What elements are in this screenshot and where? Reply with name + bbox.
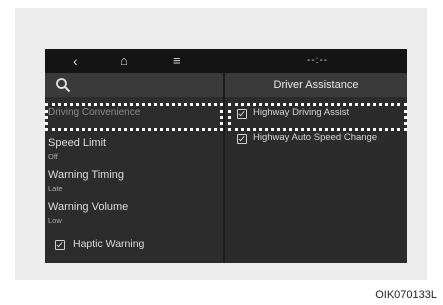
highlight-box-option	[228, 103, 407, 131]
infotainment-screen: ‹ ⌂ ≡ --:-- Driving Convenience Speed Li…	[45, 49, 407, 263]
haptic-checkbox-icon[interactable]	[55, 240, 65, 250]
clock-text: --:--	[307, 55, 329, 66]
driver-assistance-panel: Driver Assistance Highway Driving Assist…	[225, 73, 407, 263]
haptic-warning-label: Haptic Warning	[73, 238, 145, 250]
top-bar: ‹ ⌂ ≡ --:--	[45, 49, 407, 73]
left-header	[45, 73, 223, 97]
warning-volume-value: Low	[48, 216, 62, 225]
warning-timing-value: Late	[48, 184, 63, 193]
warning-volume-label[interactable]: Warning Volume	[48, 201, 128, 214]
speed-limit-value: Off	[48, 152, 58, 161]
right-header: Driver Assistance	[225, 73, 407, 97]
checkbox-checked-icon[interactable]	[237, 134, 247, 144]
option-label: Highway Auto Speed Change	[253, 132, 378, 143]
search-icon[interactable]	[55, 77, 71, 93]
panel-title: Driver Assistance	[273, 79, 359, 91]
home-icon[interactable]: ⌂	[120, 53, 128, 69]
speed-limit-label[interactable]: Speed Limit	[48, 137, 106, 150]
settings-menu-panel: Driving Convenience Speed Limit Off Warn…	[45, 73, 223, 263]
menu-icon[interactable]: ≡	[173, 53, 181, 69]
warning-timing-label[interactable]: Warning Timing	[48, 169, 124, 182]
back-icon[interactable]: ‹	[73, 53, 78, 69]
highlight-box-menu	[45, 103, 223, 131]
figure-code: OIK070133L	[375, 289, 437, 301]
